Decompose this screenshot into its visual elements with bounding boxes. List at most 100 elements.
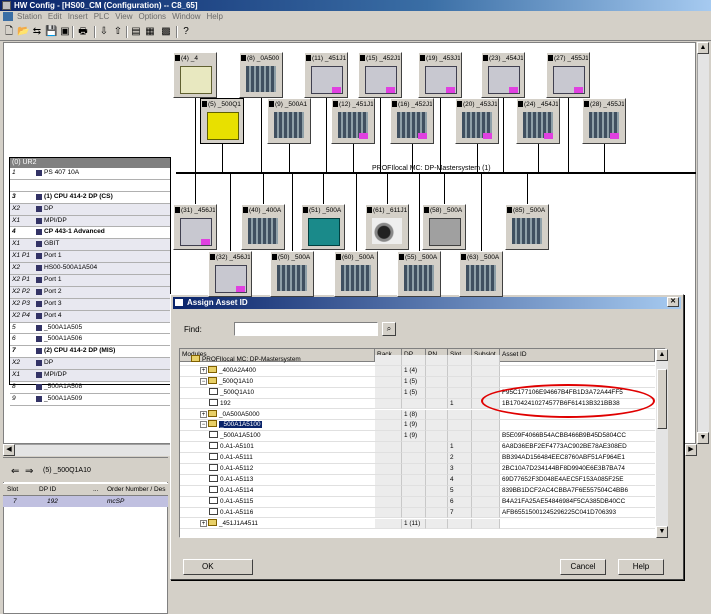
rack-row[interactable]: X2 P1 Port 1: [10, 275, 170, 287]
rack-row[interactable]: X2 P4 Port 4: [10, 310, 170, 323]
station-node[interactable]: (8) _0A500: [239, 52, 283, 98]
expand-icon[interactable]: +: [200, 410, 207, 418]
rack-row[interactable]: X2 HS00-500A1A504: [10, 263, 170, 276]
menu-insert[interactable]: Insert: [68, 11, 88, 23]
grid-row[interactable]: + _451J1A4511 1 (11): [180, 518, 655, 530]
save-compile-icon[interactable]: ▣: [59, 26, 71, 38]
rack-row[interactable]: X2 DP: [10, 203, 170, 216]
station-node[interactable]: (24) _454J1: [516, 98, 560, 144]
menu-options[interactable]: Options: [138, 11, 166, 23]
station-vertical-scrollbar[interactable]: ▲ ▼: [697, 42, 709, 444]
save-icon[interactable]: 💾: [45, 26, 57, 38]
rack-row[interactable]: X2 P3 Port 3: [10, 298, 170, 311]
menu-view[interactable]: View: [115, 11, 132, 23]
scroll-down-icon[interactable]: ▼: [697, 432, 709, 444]
accessible-nodes-icon[interactable]: ⇆: [31, 26, 43, 38]
station-node[interactable]: (5) _500Q1: [200, 98, 244, 144]
menu-help[interactable]: Help: [207, 11, 223, 23]
station-node[interactable]: (32) _456J1: [208, 251, 252, 297]
collapse-icon[interactable]: −: [200, 377, 207, 385]
rack-row[interactable]: 1 PS 407 10A: [10, 168, 170, 180]
grid-row[interactable]: + _400A2A400 1 (4): [180, 365, 655, 377]
new-icon[interactable]: 🗋: [3, 26, 15, 38]
grid-row[interactable]: 0.A1-A5113 4 69D77652F3D048E4AEC5F153A085F…: [180, 474, 655, 486]
config-icon[interactable]: ▩: [160, 26, 172, 38]
rack-row[interactable]: 3 (1) CPU 414-2 DP (CS): [10, 192, 170, 204]
back-arrow-icon[interactable]: ⇐: [11, 466, 19, 477]
grid-row[interactable]: _500A1A5100 1 (9) B5E09F4066B54ACBB466B9B4…: [180, 431, 655, 443]
detail-column-header[interactable]: ...: [93, 484, 98, 496]
station-node[interactable]: (61) _611J1: [365, 204, 409, 250]
scroll-up-icon[interactable]: ▲: [697, 42, 709, 54]
station-node[interactable]: (4) _4: [173, 52, 217, 98]
grid-row[interactable]: PROFIlocal MC: DP-Mastersystem: [180, 355, 655, 366]
detail-row[interactable]: 7 192 mcSP: [3, 496, 168, 507]
grid-scroll-thumb[interactable]: [657, 369, 667, 429]
rack-row[interactable]: X2 P2 Port 2: [10, 286, 170, 299]
station-node[interactable]: (50) _500A: [270, 251, 314, 297]
rack-row[interactable]: X1 P1 Port 1: [10, 251, 170, 264]
collapse-icon[interactable]: −: [200, 421, 207, 429]
grid-row[interactable]: 0.A1-A5101 1 6A8D36EBF2EF4773AC902BE78AE30…: [180, 442, 655, 454]
grid-row[interactable]: 0.A1-A5112 3 2BC10A7D234144BF8D9940E6E3B7B…: [180, 464, 655, 475]
expand-icon[interactable]: +: [200, 366, 207, 374]
station-node[interactable]: (31) _456J1: [173, 204, 217, 250]
station-node[interactable]: (60) _500A: [334, 251, 378, 297]
grid-row[interactable]: 0.A1-A5115 6 B4A21FA25AE54846984F5CA385DB4…: [180, 496, 655, 508]
station-node[interactable]: (16) _452J1: [390, 98, 434, 144]
station-node[interactable]: (19) _453J1: [418, 52, 462, 98]
station-node[interactable]: (11) _451J1: [304, 52, 348, 98]
print-icon[interactable]: 🖶: [77, 26, 89, 38]
grid-row[interactable]: 0.A1-A5111 2 BB394AD156484EEC8760ABF51AF96…: [180, 453, 655, 464]
rack-row[interactable]: X2 DP: [10, 358, 170, 371]
station-node[interactable]: (85) _500A: [505, 204, 549, 250]
menu-edit[interactable]: Edit: [48, 11, 62, 23]
upload-icon[interactable]: ⇧: [112, 26, 124, 38]
rack-row[interactable]: 4 CP 443-1 Advanced: [10, 227, 170, 240]
grid-scroll-up-icon[interactable]: ▲: [656, 349, 668, 361]
station-node[interactable]: (15) _452J1: [358, 52, 402, 98]
station-node[interactable]: (27) _455J1: [546, 52, 590, 98]
menu-window[interactable]: Window: [172, 11, 200, 23]
catalog-icon[interactable]: ▤: [130, 26, 142, 38]
ok-button[interactable]: OK: [183, 559, 253, 575]
help-icon[interactable]: ?: [180, 26, 192, 38]
asset-grid[interactable]: ModulesRackDPPNSlotSubslotAsset ID PROFI…: [179, 348, 666, 538]
rack-row[interactable]: 6 _500A1A506: [10, 334, 170, 347]
forward-arrow-icon[interactable]: ⇒: [25, 466, 33, 477]
network-icon[interactable]: ▦: [144, 26, 156, 38]
station-node[interactable]: (63) _500A: [459, 251, 503, 297]
rack-row[interactable]: 8 _500A1A508: [10, 382, 170, 394]
rack-row[interactable]: X1 MPI/DP: [10, 370, 170, 383]
menu-plc[interactable]: PLC: [94, 11, 110, 23]
rack-row[interactable]: 9 _500A1A509: [10, 394, 170, 406]
scroll-right-icon[interactable]: ▶: [685, 444, 697, 456]
detail-column-header[interactable]: Order Number / Des: [107, 484, 166, 496]
download-icon[interactable]: ⇩: [98, 26, 110, 38]
rack-row[interactable]: [10, 180, 170, 192]
station-node[interactable]: (9) _500A1: [267, 98, 311, 144]
station-node[interactable]: (23) _454J1: [481, 52, 525, 98]
rack-ur2[interactable]: (0) UR2 1 PS 407 10A 3 (1) CPU 414-2 DP (CS…: [9, 157, 171, 406]
detail-column-header[interactable]: DP ID: [39, 484, 56, 496]
grid-row[interactable]: − _500A1A5100 1 (9): [180, 420, 655, 432]
detail-column-header[interactable]: Slot: [7, 484, 18, 496]
close-icon[interactable]: ✕: [667, 297, 679, 307]
rack-row[interactable]: X1 MPI/DP: [10, 215, 170, 228]
station-node[interactable]: (12) _451J1: [331, 98, 375, 144]
grid-row[interactable]: 0.A1-A5114 5 839BB1DCF2AC4CBBA7F6E557504C4…: [180, 485, 655, 497]
help-button[interactable]: Help: [618, 559, 664, 575]
expand-icon[interactable]: +: [200, 519, 207, 527]
grid-vertical-scrollbar[interactable]: ▲ ▼: [656, 349, 668, 538]
station-node[interactable]: (20) _453J1: [455, 98, 499, 144]
rack-row[interactable]: 7 (2) CPU 414-2 DP (MIS): [10, 346, 170, 359]
cancel-button[interactable]: Cancel: [560, 559, 606, 575]
grid-scroll-down-icon[interactable]: ▼: [656, 526, 668, 538]
station-node[interactable]: (55) _500A: [397, 251, 441, 297]
station-node[interactable]: (28) _455J1: [582, 98, 626, 144]
menu-station[interactable]: Station: [17, 11, 42, 23]
binoculars-icon[interactable]: ⌕: [382, 322, 396, 336]
open-icon[interactable]: 📂: [17, 26, 29, 38]
scroll-left-icon[interactable]: ◀: [3, 444, 15, 456]
station-node[interactable]: (58) _500A: [422, 204, 466, 250]
